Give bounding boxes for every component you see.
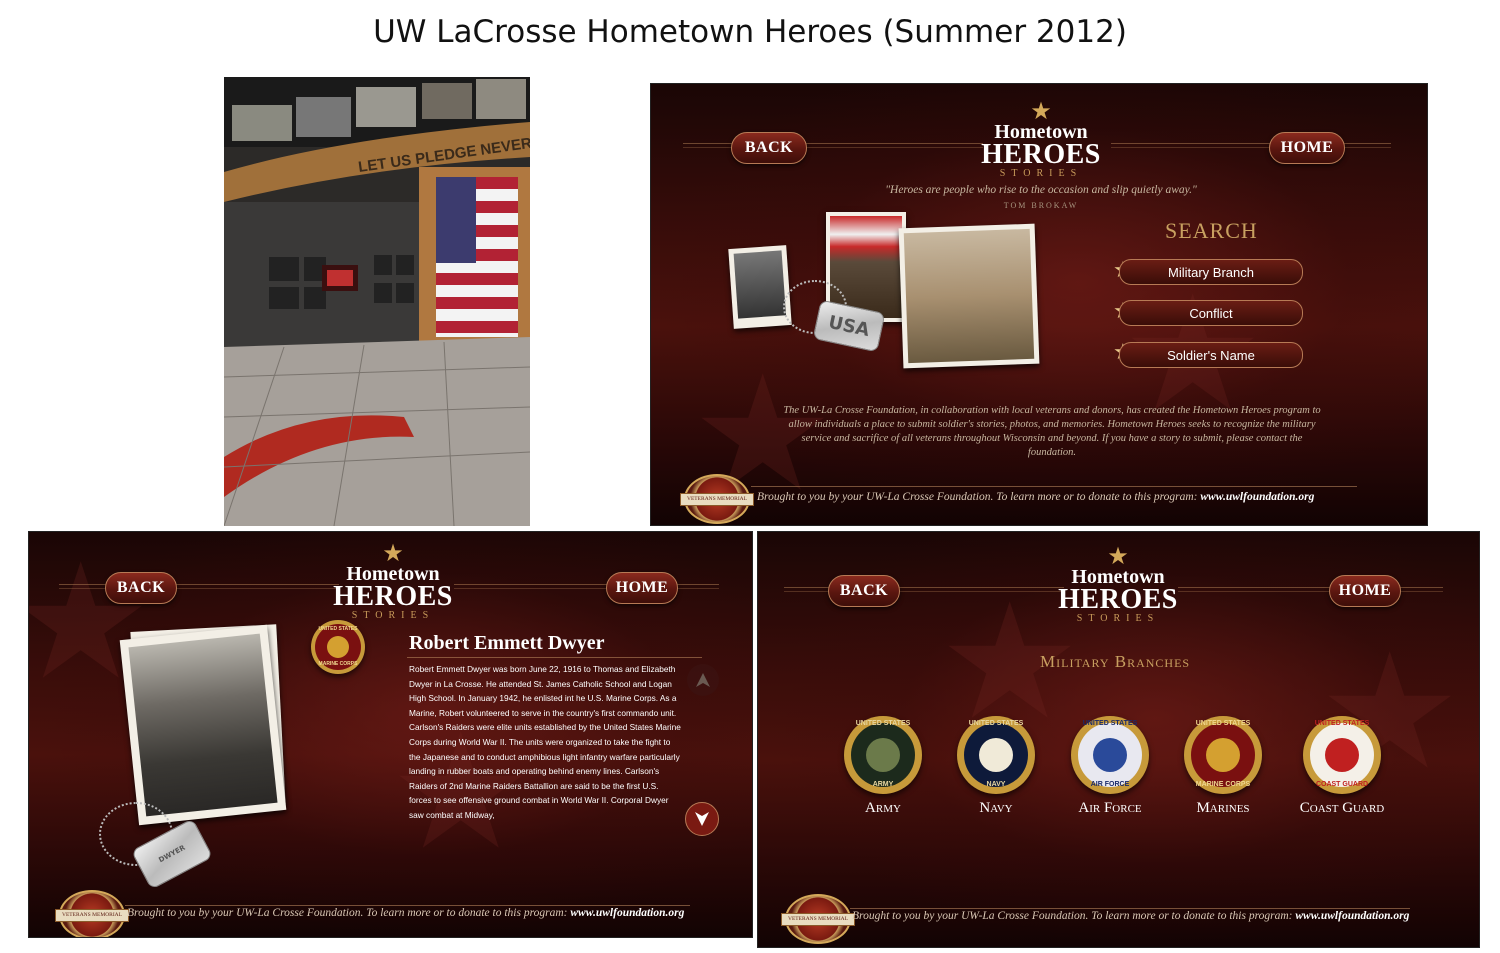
marine-corps-badge: UNITED STATES MARINE CORPS: [311, 620, 365, 674]
logo-line2: HEROES: [981, 139, 1101, 170]
badge-text-bottom: MARINE CORPS: [1195, 781, 1251, 788]
footer-text: Brought to you by your UW-La Crosse Foun…: [852, 910, 1409, 922]
veterans-memorial-seal: VETERANS MEMORIAL: [680, 474, 754, 524]
footer-rule: [125, 905, 690, 906]
badge-emblem-icon: [1093, 738, 1127, 772]
soldiers-name-button[interactable]: Soldier's Name: [1119, 342, 1303, 368]
quote-author: TOM BROKAW: [1003, 201, 1079, 210]
foundation-link[interactable]: www.uwlfoundation.org: [1200, 491, 1314, 503]
seal-text: VETERANS MEMORIAL: [55, 909, 129, 922]
back-button[interactable]: BACK: [731, 132, 807, 164]
footer-message: Brought to you by your UW-La Crosse Foun…: [757, 491, 1198, 503]
logo-star-icon: ★: [1107, 542, 1129, 570]
header-rule: [683, 143, 983, 148]
badge-text-top: UNITED STATES: [855, 720, 911, 727]
home-button[interactable]: HOME: [1269, 132, 1345, 164]
military-branches-heading: Military Branches: [1040, 652, 1191, 671]
branch-label-1[interactable]: Navy: [936, 800, 1056, 817]
name-underline: [407, 657, 702, 658]
soldier-portrait-photo: [728, 245, 792, 329]
seal-text: VETERANS MEMORIAL: [680, 493, 754, 506]
header-rule: [1111, 143, 1391, 148]
badge-text-bottom: COAST GUARD: [1315, 781, 1369, 788]
badge-text-top: UNITED STATES: [318, 626, 358, 632]
badge-text-top: UNITED STATES: [1195, 720, 1251, 727]
header-rule: [59, 584, 339, 589]
branch-label-4[interactable]: Coast Guard: [1282, 800, 1402, 817]
document-title: UW LaCrosse Hometown Heroes (Summer 2012…: [373, 14, 1127, 50]
branch-badge-0[interactable]: UNITED STATES ARMY: [844, 716, 922, 794]
exhibit-photo: LET US PLEDGE NEVER TO: [224, 77, 530, 526]
soldier-name-heading: Robert Emmett Dwyer: [409, 632, 605, 654]
header-rule: [784, 587, 1064, 592]
foundation-link[interactable]: www.uwlfoundation.org: [570, 907, 684, 919]
soldier-biography: Robert Emmett Dwyer was born June 22, 19…: [409, 664, 681, 820]
header-rule: [1178, 587, 1443, 592]
badge-text-bottom: AIR FORCE: [1090, 781, 1130, 788]
seal-text: VETERANS MEMORIAL: [781, 913, 855, 926]
military-branch-button[interactable]: Military Branch: [1119, 259, 1303, 285]
branch-badge-3[interactable]: UNITED STATES MARINE CORPS: [1184, 716, 1262, 794]
footer-message: Brought to you by your UW-La Crosse Foun…: [127, 907, 568, 919]
badge-emblem-icon: [979, 738, 1013, 772]
footer-text: Brought to you by your UW-La Crosse Foun…: [127, 907, 684, 919]
chevron-down-icon: [695, 812, 709, 826]
scroll-down-button[interactable]: [685, 802, 719, 836]
badge-emblem-icon: [1325, 738, 1359, 772]
back-button[interactable]: BACK: [828, 575, 900, 607]
logo-star-icon: ★: [1030, 97, 1052, 125]
logo-line2: HEROES: [333, 581, 453, 612]
search-screen: ★ ★ BACK HOME ★ Hometown HEROES STORIES …: [650, 83, 1428, 526]
footer-text: Brought to you by your UW-La Crosse Foun…: [757, 491, 1314, 503]
badge-text-top: UNITED STATES: [1314, 720, 1370, 727]
badge-emblem-icon: [866, 738, 900, 772]
scroll-up-button[interactable]: [687, 664, 719, 696]
branch-label-0[interactable]: Army: [823, 800, 943, 817]
conflict-button[interactable]: Conflict: [1119, 300, 1303, 326]
branch-badge-4[interactable]: UNITED STATES COAST GUARD: [1303, 716, 1381, 794]
branch-badge-2[interactable]: UNITED STATES AIR FORCE: [1071, 716, 1149, 794]
foundation-link[interactable]: www.uwlfoundation.org: [1295, 910, 1409, 922]
search-title: SEARCH: [1165, 218, 1258, 243]
logo-line2: HEROES: [1058, 584, 1178, 615]
branch-label-3[interactable]: Marines: [1163, 800, 1283, 817]
badge-text-top: UNITED STATES: [1082, 720, 1138, 727]
footer-rule: [850, 908, 1410, 909]
branches-screen: ★ ★ BACK HOME ★ Hometown HEROES STORIES …: [757, 531, 1480, 948]
home-button[interactable]: HOME: [606, 572, 678, 604]
hometown-heroes-logo: ★ Hometown HEROES STORIES: [1048, 542, 1188, 625]
robert-dwyer-photo: [119, 624, 287, 826]
footer-message: Brought to you by your UW-La Crosse Foun…: [852, 910, 1293, 922]
hometown-heroes-logo: ★ Hometown HEROES STORIES: [323, 539, 463, 622]
home-button[interactable]: HOME: [1329, 575, 1401, 607]
program-description: The UW-La Crosse Foundation, in collabor…: [783, 405, 1321, 458]
badge-text-bottom: ARMY: [872, 781, 894, 788]
badge-text-bottom: NAVY: [986, 781, 1006, 788]
back-button[interactable]: BACK: [105, 572, 177, 604]
exhibit-photo-drawing: LET US PLEDGE NEVER TO: [224, 77, 530, 526]
branch-label-2[interactable]: Air Force: [1050, 800, 1170, 817]
badge-emblem-icon: [1206, 738, 1240, 772]
branch-badge-1[interactable]: UNITED STATES NAVY: [957, 716, 1035, 794]
footer-rule: [751, 486, 1357, 487]
badge-text-bottom: MARINE CORPS: [318, 661, 358, 667]
chevron-up-icon: [696, 673, 710, 687]
badge-text-top: UNITED STATES: [968, 720, 1024, 727]
marines-patrol-photo: [898, 223, 1040, 369]
header-rule: [454, 584, 719, 589]
hometown-heroes-logo: ★ Hometown HEROES STORIES: [971, 97, 1111, 180]
veterans-memorial-seal: VETERANS MEMORIAL: [55, 890, 129, 937]
quote: "Heroes are people who rise to the occas…: [885, 184, 1197, 196]
logo-star-icon: ★: [382, 539, 404, 567]
veterans-memorial-seal: VETERANS MEMORIAL: [781, 894, 855, 944]
bio-screen: ★ ★ BACK HOME ★ Hometown HEROES STORIES …: [28, 531, 753, 938]
